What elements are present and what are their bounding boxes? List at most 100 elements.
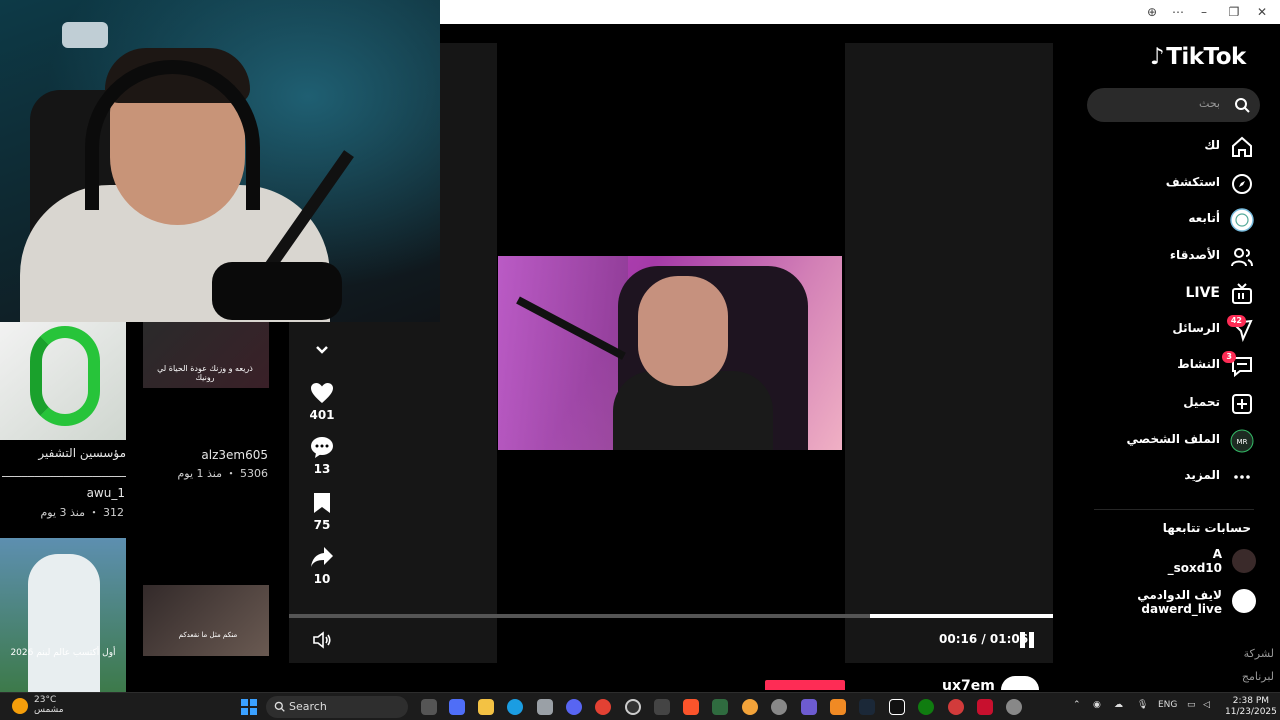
chevron-up-icon[interactable]: ⌃ [1073, 700, 1081, 710]
nav-messages[interactable]: الرسائل 42 [1100, 315, 1260, 343]
video-backdrop-right [845, 43, 1053, 663]
webcam-overlay [0, 0, 440, 322]
thumbnail-title[interactable]: مؤسسين التشفير [38, 446, 126, 460]
antivirus-icon[interactable] [977, 699, 993, 715]
store-icon[interactable] [537, 699, 553, 715]
tray-app-icon[interactable]: ◉ [1093, 700, 1101, 710]
profile-avatar-icon: MR [1230, 429, 1254, 453]
account-handle: _soxd10 [1167, 561, 1222, 575]
chrome-icon[interactable] [595, 699, 611, 715]
copilot-icon[interactable] [449, 699, 465, 715]
following-header: حسابات تتابعها [1162, 521, 1251, 535]
followed-account[interactable]: A _soxd10 [1168, 547, 1222, 575]
weather-widget[interactable]: 23°C مشمس [34, 695, 64, 715]
volume-icon[interactable] [312, 631, 332, 649]
account-name: لايف الدوادمي [1137, 588, 1222, 602]
thumbnail-1[interactable] [0, 322, 126, 440]
footer-link[interactable]: لشركة [1244, 647, 1274, 660]
volume-tray-icon[interactable]: ◁ [1203, 700, 1210, 710]
share-button[interactable]: 10 [300, 546, 344, 586]
more-icon[interactable]: ⋯ [1170, 4, 1186, 20]
thumbnail-4[interactable]: منكم مثل ما نقعدكم [143, 585, 269, 656]
nav-activity[interactable]: النشاط 3 [1100, 351, 1260, 379]
network-icon[interactable]: ▭ [1187, 700, 1196, 710]
clock[interactable]: 2:38 PM 11/23/2025 [1225, 696, 1277, 718]
app-icon[interactable] [948, 699, 964, 715]
thumbnail-username[interactable]: alz3em605 [201, 448, 268, 462]
tiktok-taskbar-icon[interactable] [889, 699, 905, 715]
tiktok-logo[interactable]: ♪TikTok [1150, 44, 1246, 70]
browser-title-bar: ⊕ ⋯ – ❐ ✕ [440, 0, 1280, 24]
thumbnail-username[interactable]: awu_1 [87, 486, 125, 500]
account-name: A [1212, 547, 1222, 561]
nav-label: تحميل [1183, 395, 1220, 409]
thumbnail-3[interactable]: أول أكتسب عالم لبنم 2026 [0, 538, 126, 692]
footer-link[interactable]: لبرنامج [1242, 670, 1274, 683]
bookmark-icon [314, 493, 330, 513]
nav-following[interactable]: أتابعه [1100, 207, 1260, 233]
avatar[interactable] [1232, 549, 1256, 573]
coin-icon [30, 326, 100, 426]
edge-icon[interactable] [507, 699, 523, 715]
pause-icon[interactable] [1019, 632, 1035, 648]
followed-account[interactable]: لايف الدوادمي dawerd_live [1137, 588, 1222, 616]
windows-start-icon[interactable] [241, 699, 257, 715]
file-explorer-icon[interactable] [478, 699, 494, 715]
previous-video-button[interactable] [300, 344, 344, 356]
creator-avatar[interactable] [1001, 676, 1039, 690]
task-view-icon[interactable] [421, 699, 437, 715]
nav-profile[interactable]: الملف الشخصي MR [1100, 428, 1260, 454]
search-bar[interactable]: بحث [1087, 88, 1260, 122]
close-icon[interactable]: ✕ [1254, 4, 1270, 20]
sidebar-divider [1094, 509, 1254, 510]
minimize-icon[interactable]: – [1196, 4, 1212, 20]
app-icon[interactable] [801, 699, 817, 715]
thumbnail-subtitle: ــــــــــــــــــــــــــــــــــــــــ… [2, 467, 126, 480]
taskbar-search[interactable]: Search [266, 696, 408, 718]
cloud-icon[interactable]: ☁ [1114, 700, 1123, 710]
comment-button[interactable]: 13 [300, 436, 344, 476]
vlc-icon[interactable] [830, 699, 846, 715]
obs-icon[interactable] [771, 699, 787, 715]
nav-more[interactable]: المزيد [1100, 464, 1260, 490]
nav-friends[interactable]: الأصدقاء [1100, 244, 1260, 270]
nav-for-you[interactable]: لك [1100, 134, 1260, 160]
nav-live[interactable]: LIVE [1100, 281, 1260, 307]
discord-icon[interactable] [566, 699, 582, 715]
sync-icon[interactable] [625, 699, 641, 715]
compass-icon [1232, 174, 1252, 194]
steam-icon[interactable] [859, 699, 875, 715]
app-icon[interactable] [654, 699, 670, 715]
weather-icon[interactable] [12, 698, 28, 714]
keyboard-language[interactable]: ENG [1158, 700, 1177, 710]
save-count: 75 [313, 518, 331, 532]
nav-label: استكشف [1165, 175, 1220, 189]
save-button[interactable]: 75 [300, 492, 344, 532]
nav-upload[interactable]: تحميل [1100, 391, 1260, 417]
messages-badge: 42 [1226, 315, 1246, 327]
settings-icon[interactable] [1006, 699, 1022, 715]
video-progress-bar[interactable] [289, 614, 1053, 618]
zoom-icon[interactable]: ⊕ [1144, 4, 1160, 20]
follow-button[interactable] [765, 680, 845, 690]
restore-icon[interactable]: ❐ [1226, 4, 1242, 20]
nav-label: الرسائل [1172, 321, 1220, 335]
nav-explore[interactable]: استكشف [1100, 171, 1260, 197]
xbox-icon[interactable] [712, 699, 728, 715]
nav-label: الأصدقاء [1169, 248, 1220, 262]
upload-icon [1232, 394, 1252, 414]
nav-label: الملف الشخصي [1126, 432, 1220, 446]
xbox-game-icon[interactable] [918, 699, 934, 715]
clock-date: 11/23/2025 [1225, 707, 1277, 717]
brave-icon[interactable] [683, 699, 699, 715]
avatar[interactable] [1232, 589, 1256, 613]
microphone-icon[interactable]: 🎙 [1137, 700, 1148, 710]
video-frame[interactable] [498, 256, 842, 450]
recommended-grid: ذريعه و وزنك عودة الحياة لي رونيك مؤسسين… [0, 322, 288, 692]
following-avatar-icon [1230, 208, 1254, 232]
notification-app-icon[interactable] [742, 699, 758, 715]
nav-label: LIVE [1185, 285, 1220, 301]
weather-condition: مشمس [34, 705, 64, 715]
thumbnail-2[interactable]: ذريعه و وزنك عودة الحياة لي رونيك [143, 322, 269, 388]
like-button[interactable]: 401 [300, 382, 344, 422]
